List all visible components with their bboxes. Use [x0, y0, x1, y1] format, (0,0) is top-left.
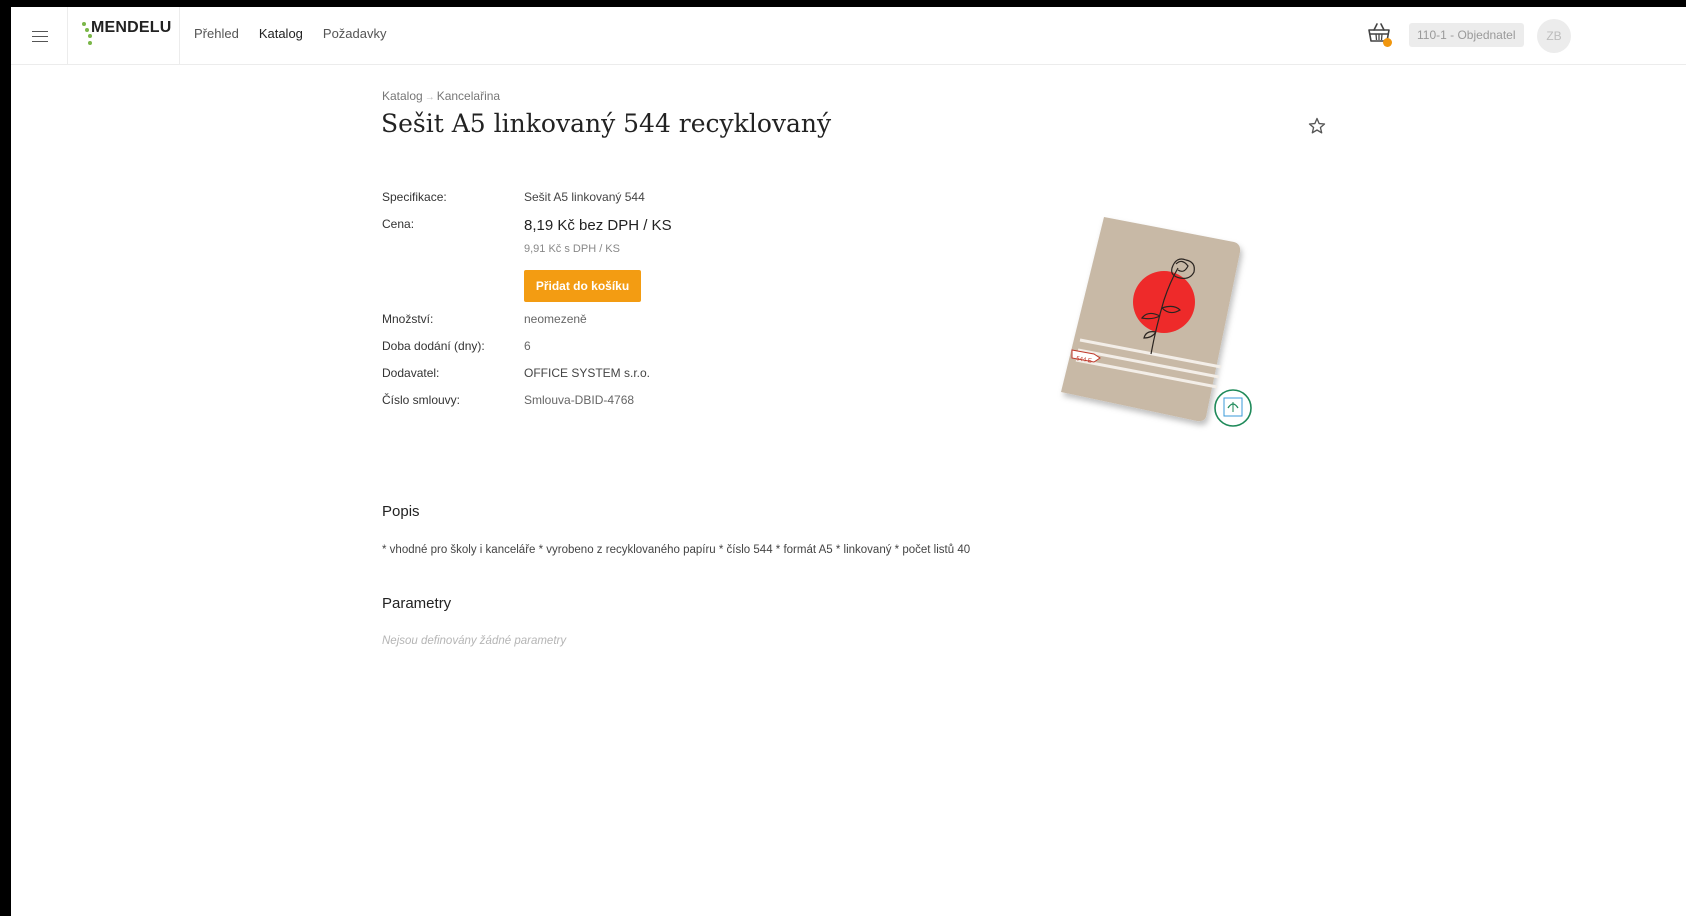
nav-item-prehled[interactable]: Přehled	[194, 26, 239, 41]
quantity-label: Množství:	[382, 312, 434, 326]
breadcrumb-katalog[interactable]: Katalog	[382, 89, 423, 103]
page-title: Sešit A5 linkovaný 544 recyklovaný	[381, 109, 832, 138]
logo-text: MENDELU	[91, 19, 172, 36]
nav-item-pozadavky[interactable]: Požadavky	[323, 26, 387, 41]
star-icon[interactable]	[1307, 116, 1327, 136]
role-selector[interactable]: 110-1 - Objednatel	[1409, 23, 1524, 47]
nav-item-katalog[interactable]: Katalog	[259, 26, 303, 41]
add-to-cart-button[interactable]: Přidat do košíku	[524, 270, 641, 302]
parameters-empty-text: Nejsou definovány žádné parametry	[382, 635, 567, 647]
price-label: Cena:	[382, 217, 415, 231]
price-without-vat: 8,19 Kč bez DPH / KS	[524, 217, 672, 234]
app-screen: MENDELU Přehled Katalog Požadavky 110-1 …	[11, 7, 1686, 916]
breadcrumb-kancelarina[interactable]: Kancelařina	[437, 89, 500, 103]
quantity-value: neomezeně	[524, 312, 587, 326]
cart-button[interactable]	[1367, 22, 1395, 50]
cart-badge	[1383, 38, 1392, 47]
supplier-value: OFFICE SYSTEM s.r.o.	[524, 366, 651, 380]
price-with-vat: 9,91 Kč s DPH / KS	[524, 243, 620, 255]
contract-value: Smlouva-DBID-4768	[524, 393, 635, 407]
logo[interactable]: MENDELU	[67, 7, 180, 64]
parameters-heading: Parametry	[382, 595, 452, 612]
breadcrumb-separator: →	[424, 92, 435, 103]
top-bar: MENDELU Přehled Katalog Požadavky 110-1 …	[11, 7, 1686, 65]
specification-label: Specifikace:	[382, 190, 447, 204]
hamburger-menu-icon[interactable]	[21, 17, 59, 55]
description-heading: Popis	[382, 503, 420, 520]
description-text: * vhodné pro školy i kanceláře * vyroben…	[382, 544, 971, 556]
main-nav: Přehled Katalog Požadavky	[194, 26, 387, 41]
contract-label: Číslo smlouvy:	[382, 393, 461, 407]
delivery-label: Doba dodání (dny):	[382, 339, 485, 353]
supplier-label: Dodavatel:	[382, 366, 440, 380]
breadcrumb: Katalog → Kancelařina	[382, 89, 500, 103]
product-image[interactable]: 544 E	[1056, 212, 1286, 437]
avatar[interactable]: ZB	[1537, 19, 1571, 53]
delivery-value: 6	[524, 339, 531, 353]
specification-value: Sešit A5 linkovaný 544	[524, 190, 645, 204]
